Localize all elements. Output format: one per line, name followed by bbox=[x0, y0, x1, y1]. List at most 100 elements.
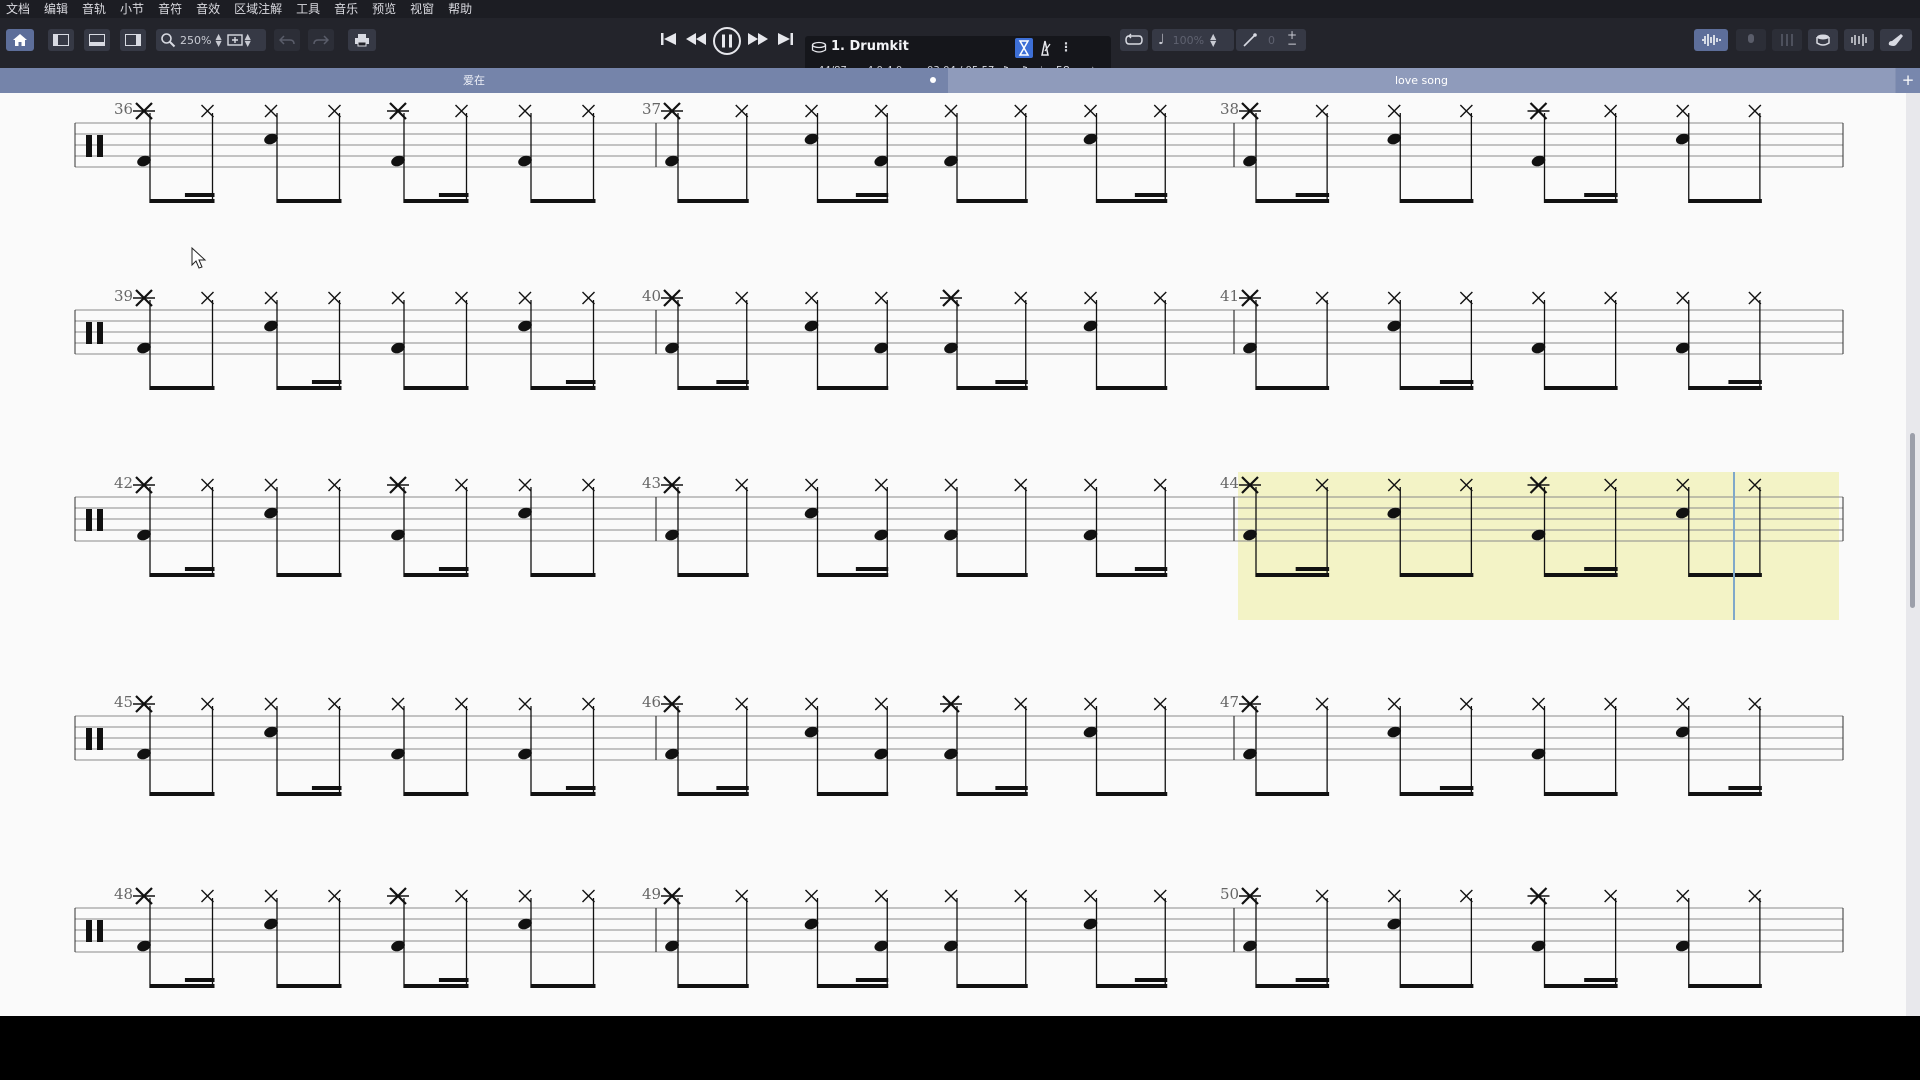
audio-button[interactable] bbox=[1844, 29, 1874, 51]
print-button[interactable] bbox=[348, 29, 376, 51]
beam-secondary bbox=[1584, 978, 1618, 982]
menu-preview[interactable]: 预览 bbox=[365, 0, 403, 18]
beam bbox=[1688, 792, 1762, 796]
instrument-button[interactable] bbox=[1808, 29, 1838, 51]
zoom-stepper-icon[interactable]: ▲ ▼ bbox=[215, 33, 221, 48]
menu-edit[interactable]: 编辑 bbox=[37, 0, 75, 18]
beam-secondary bbox=[1728, 380, 1762, 384]
guitar-button[interactable] bbox=[1880, 29, 1912, 51]
hihat-note bbox=[455, 889, 468, 903]
hihat-note bbox=[1315, 697, 1329, 711]
measure-number: 43 bbox=[642, 474, 661, 492]
beam-secondary bbox=[716, 380, 749, 384]
percussion-clef bbox=[97, 322, 103, 344]
beam bbox=[1096, 984, 1168, 988]
track-more-icon[interactable]: ⋮ bbox=[1060, 40, 1072, 54]
metronome-icon[interactable] bbox=[1038, 40, 1052, 56]
waveform-button[interactable] bbox=[1694, 29, 1728, 51]
beam bbox=[1400, 573, 1474, 577]
beam bbox=[1400, 792, 1474, 796]
mixer-button[interactable] bbox=[1772, 29, 1802, 51]
beam bbox=[1688, 984, 1762, 988]
hihat-note bbox=[201, 889, 214, 903]
layout-right-button[interactable] bbox=[120, 29, 146, 51]
pause-button[interactable] bbox=[712, 26, 742, 56]
hihat-note bbox=[391, 291, 405, 305]
countdown-control[interactable]: 0 + − bbox=[1236, 29, 1306, 51]
fit-stepper-icon[interactable]: ▲ ▼ bbox=[245, 33, 251, 48]
hihat-note bbox=[1387, 889, 1401, 903]
zoom-control[interactable]: 250% ▲ ▼ ▲ ▼ bbox=[156, 29, 266, 51]
tab-love-song[interactable]: love song bbox=[948, 68, 1895, 93]
hihat-note bbox=[1084, 697, 1097, 711]
beam-secondary bbox=[855, 193, 889, 197]
fast-forward-icon bbox=[748, 33, 768, 45]
hihat-note bbox=[1014, 291, 1028, 305]
add-tab-button[interactable]: + bbox=[1896, 68, 1920, 93]
hihat-note bbox=[328, 478, 341, 492]
hihat-note bbox=[805, 697, 818, 711]
speed-value[interactable]: 100% bbox=[1173, 34, 1204, 47]
beam bbox=[1400, 984, 1474, 988]
vertical-scrollbar[interactable] bbox=[1906, 93, 1920, 1016]
count-plus-minus-icon[interactable]: + − bbox=[1287, 29, 1297, 50]
track-name[interactable]: 1. Drumkit bbox=[831, 39, 909, 54]
scrollbar-thumb[interactable] bbox=[1910, 433, 1915, 608]
menu-music[interactable]: 音乐 bbox=[327, 0, 365, 18]
mic-button[interactable] bbox=[1736, 29, 1766, 51]
hourglass-button[interactable] bbox=[1015, 38, 1033, 58]
skip-end-button[interactable] bbox=[774, 28, 796, 50]
measure-number: 47 bbox=[1220, 693, 1239, 711]
beam bbox=[1544, 573, 1618, 577]
hihat-note bbox=[328, 889, 341, 903]
beam-secondary bbox=[565, 786, 596, 790]
hihat-note bbox=[1084, 291, 1097, 305]
home-button[interactable] bbox=[6, 29, 34, 51]
menu-effects[interactable]: 音效 bbox=[189, 0, 227, 18]
undo-button[interactable] bbox=[274, 29, 300, 51]
hihat-note bbox=[264, 697, 278, 711]
speed-stepper-icon[interactable]: ▲ ▼ bbox=[1210, 33, 1216, 48]
layout-bottom-button[interactable] bbox=[84, 29, 110, 51]
beam bbox=[404, 199, 469, 203]
beam-secondary bbox=[1134, 978, 1168, 982]
beam-secondary bbox=[184, 567, 215, 571]
menu-tools[interactable]: 工具 bbox=[289, 0, 327, 18]
guitar-icon bbox=[1888, 34, 1903, 46]
menu-bar[interactable]: 小节 bbox=[113, 0, 151, 18]
menu-track[interactable]: 音轨 bbox=[75, 0, 113, 18]
rewind-button[interactable] bbox=[684, 28, 708, 50]
beam bbox=[678, 984, 749, 988]
percussion-clef bbox=[86, 920, 92, 942]
hihat-note bbox=[328, 291, 341, 305]
hihat-note bbox=[518, 291, 532, 305]
zoom-value[interactable]: 250% bbox=[180, 34, 211, 47]
hihat-note bbox=[805, 478, 818, 492]
speed-control[interactable]: ♩ 100% ▲ ▼ bbox=[1152, 29, 1234, 51]
beam bbox=[817, 386, 889, 390]
beam bbox=[150, 984, 215, 988]
hihat-note bbox=[1532, 291, 1545, 305]
menu-section[interactable]: 区域注解 bbox=[227, 0, 289, 18]
count-value[interactable]: 0 bbox=[1268, 34, 1275, 47]
beam bbox=[1544, 386, 1618, 390]
score-view[interactable]: 36 37 38 39 40 41 42 43 44 45 46 47 48 49 50 bbox=[0, 93, 1906, 1016]
tab-aizai[interactable]: 爱在 bbox=[0, 68, 949, 93]
layout-left-button[interactable] bbox=[48, 29, 74, 51]
redo-button[interactable] bbox=[308, 29, 334, 51]
menu-document[interactable]: 文档 bbox=[0, 0, 37, 18]
beam-secondary bbox=[1134, 193, 1168, 197]
hihat-note bbox=[1014, 478, 1028, 492]
loop-button[interactable] bbox=[1120, 29, 1148, 51]
beam bbox=[277, 573, 342, 577]
beam-secondary bbox=[855, 567, 889, 571]
menu-help[interactable]: 帮助 bbox=[441, 0, 479, 18]
menu-note[interactable]: 音符 bbox=[151, 0, 189, 18]
skip-end-icon bbox=[778, 33, 793, 45]
hihat-note bbox=[874, 291, 888, 305]
menu-window[interactable]: 视窗 bbox=[403, 0, 441, 18]
beam-secondary bbox=[311, 380, 342, 384]
fast-forward-button[interactable] bbox=[746, 28, 770, 50]
skip-start-button[interactable] bbox=[658, 28, 680, 50]
measure-number: 36 bbox=[114, 100, 133, 118]
